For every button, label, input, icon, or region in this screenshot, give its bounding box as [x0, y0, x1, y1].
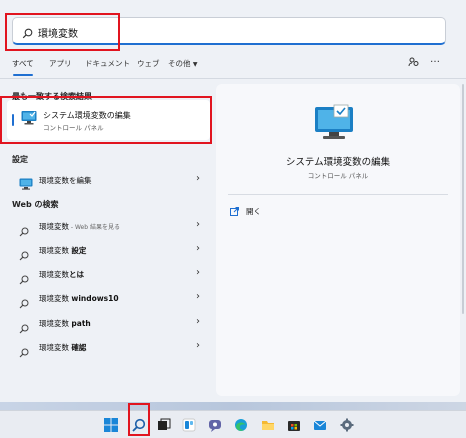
web-result-completion: 確認	[71, 343, 87, 352]
web-result-label: 環境変数 確認	[39, 342, 86, 353]
settings-icon[interactable]	[338, 416, 356, 434]
mail-icon[interactable]	[311, 416, 329, 434]
web-result-suffix: - Web 結果を見る	[69, 224, 120, 231]
chevron-right-icon: ›	[196, 316, 200, 327]
tab-more-label: その他	[168, 59, 191, 68]
account-switch-icon[interactable]	[408, 56, 420, 71]
search-icon	[19, 270, 29, 289]
desktop-wallpaper	[0, 402, 466, 410]
web-result-item[interactable]: 環境変数とは ›	[7, 264, 210, 286]
web-result-completion: path	[71, 319, 91, 328]
search-icon	[19, 222, 29, 241]
system-properties-icon	[314, 104, 354, 146]
settings-item-label: 環境変数を編集	[39, 176, 92, 185]
start-search-panel: 環境変数 すべて アプリ ドキュメント ウェブ その他 ▼ … 最も一致する検索…	[0, 0, 466, 402]
web-result-item[interactable]: 環境変数 - Web 結果を見る ›	[7, 216, 210, 238]
scrollbar[interactable]	[462, 84, 464, 314]
chevron-right-icon: ›	[196, 173, 200, 184]
file-explorer-icon[interactable]	[259, 416, 277, 434]
chevron-right-icon: ›	[196, 267, 200, 278]
edge-icon[interactable]	[232, 416, 250, 434]
web-result-label: 環境変数 - Web 結果を見る	[39, 221, 120, 232]
detail-subtitle: コントロール パネル	[307, 172, 369, 180]
taskbar	[0, 410, 466, 438]
search-icon	[19, 246, 29, 265]
web-result-label: 環境変数 設定	[39, 245, 86, 256]
detail-title: システム環境変数の編集	[285, 157, 391, 168]
section-web: Web の検索	[12, 200, 59, 209]
system-properties-icon	[19, 175, 33, 194]
web-result-label: 環境変数 path	[39, 318, 91, 329]
chevron-right-icon: ›	[196, 291, 200, 302]
web-result-item[interactable]: 環境変数 確認 ›	[7, 337, 210, 359]
tab-apps[interactable]: アプリ	[49, 58, 72, 69]
highlight-box-taskbar-search	[128, 403, 150, 436]
highlight-box-search	[5, 13, 120, 51]
detail-pane: システム環境変数の編集 コントロール パネル 開く	[216, 84, 460, 396]
tab-documents[interactable]: ドキュメント	[85, 58, 130, 69]
search-icon	[19, 319, 29, 338]
web-result-item[interactable]: 環境変数 path ›	[7, 313, 210, 335]
highlight-box-best-match	[0, 96, 212, 144]
web-result-query: 環境変数	[39, 246, 69, 255]
web-result-item[interactable]: 環境変数 設定 ›	[7, 240, 210, 262]
more-options-icon[interactable]: …	[430, 54, 440, 65]
chevron-right-icon: ›	[196, 340, 200, 351]
active-tab-indicator	[13, 74, 33, 76]
chevron-down-icon: ▼	[192, 61, 198, 68]
chevron-right-icon: ›	[196, 243, 200, 254]
divider	[228, 194, 448, 195]
web-result-query: 環境変数	[39, 294, 69, 303]
web-result-query: 環境変数	[39, 222, 69, 231]
teams-chat-icon[interactable]	[206, 416, 224, 434]
divider	[0, 78, 466, 79]
settings-item[interactable]: 環境変数を編集 ›	[7, 170, 210, 192]
section-settings: 設定	[12, 155, 28, 164]
open-action-label: 開く	[246, 207, 261, 216]
web-result-label: 環境変数 windows10	[39, 293, 119, 304]
chevron-right-icon: ›	[196, 219, 200, 230]
widgets-icon[interactable]	[180, 416, 198, 434]
tab-all[interactable]: すべて	[12, 58, 34, 69]
search-icon	[19, 294, 29, 313]
tab-web[interactable]: ウェブ	[137, 58, 160, 69]
web-result-item[interactable]: 環境変数 windows10 ›	[7, 288, 210, 310]
web-result-query: 環境変数	[39, 270, 69, 279]
tab-more[interactable]: その他 ▼	[168, 58, 198, 69]
windows-start-icon[interactable]	[102, 416, 120, 434]
search-icon	[19, 343, 29, 362]
web-result-label: 環境変数とは	[39, 269, 84, 280]
open-action[interactable]: 開く	[230, 206, 261, 218]
web-result-completion: とは	[69, 270, 84, 279]
web-result-completion: 設定	[71, 246, 87, 255]
store-icon[interactable]	[285, 416, 303, 434]
task-view-icon[interactable]	[155, 416, 173, 434]
web-result-query: 環境変数	[39, 319, 69, 328]
web-result-query: 環境変数	[39, 343, 69, 352]
open-external-icon	[230, 206, 239, 218]
web-result-completion: windows10	[71, 294, 119, 303]
